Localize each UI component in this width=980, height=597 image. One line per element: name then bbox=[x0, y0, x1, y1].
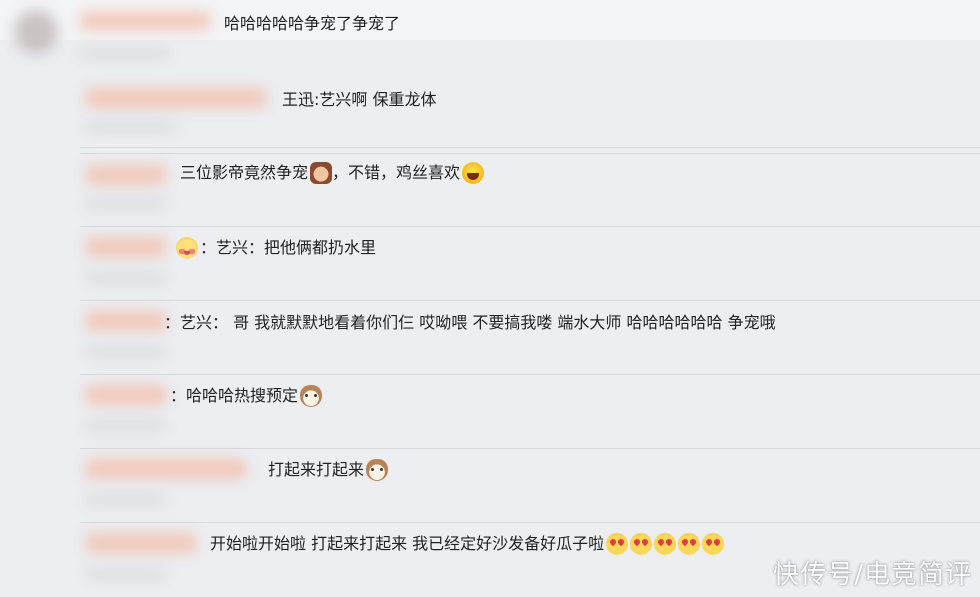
comment-meta bbox=[80, 48, 170, 58]
comment-row: 王迅:艺兴啊 保重龙体 bbox=[0, 74, 980, 154]
comment-meta bbox=[86, 199, 166, 209]
comment-text: 打起来打起来 bbox=[268, 459, 389, 481]
comment-body: ：哈哈哈热搜预定 bbox=[170, 386, 299, 405]
comment-row: ：艺兴：把他俩都扔水里 bbox=[0, 227, 980, 301]
comment-meta bbox=[86, 495, 166, 505]
comment-row: ：哈哈哈热搜预定 bbox=[0, 375, 980, 449]
heart-eyes-icon bbox=[606, 533, 629, 555]
comment-body: 哈哈哈哈哈争宠了争宠了 bbox=[224, 14, 401, 33]
comment-body: 打起来打起来 bbox=[268, 460, 365, 479]
comment-text: ：艺兴： 哥 我就默默地看着你们仨 哎呦喂 不要搞我喽 端水大师 哈哈哈哈哈哈 … bbox=[164, 312, 776, 334]
heart-eyes-icon bbox=[702, 533, 725, 555]
comment-meta bbox=[86, 421, 166, 431]
comment-body: ：艺兴：把他俩都扔水里 bbox=[200, 238, 377, 257]
comment-body-continued: ，不错，鸡丝喜欢 bbox=[332, 163, 461, 182]
username bbox=[86, 165, 166, 185]
comment-body: 开始啦开始啦 打起来打起来 我已经定好沙发备好瓜子啦 bbox=[210, 534, 605, 553]
heart-eyes-icon bbox=[678, 533, 701, 555]
comment-meta bbox=[86, 122, 176, 132]
comment-text: ：哈哈哈热搜预定 bbox=[170, 385, 323, 407]
comment-meta bbox=[86, 347, 166, 357]
cat-icon bbox=[366, 459, 389, 481]
username bbox=[86, 88, 266, 108]
heart-eyes-icon bbox=[654, 533, 677, 555]
comment-text: 三位影帝竟然争宠 ，不错，鸡丝喜欢 bbox=[180, 162, 485, 184]
comment-text: 哈哈哈哈哈争宠了争宠了 bbox=[224, 13, 400, 35]
person-icon bbox=[310, 162, 333, 184]
watermark: 快传号/电竞简评 bbox=[773, 560, 972, 590]
username bbox=[80, 12, 210, 30]
laugh-icon bbox=[462, 162, 485, 184]
avatar bbox=[14, 10, 58, 54]
comment-body: ：艺兴： 哥 我就默默地看着你们仨 哎呦喂 不要搞我喽 端水大师 哈哈哈哈哈哈 … bbox=[164, 313, 776, 332]
username bbox=[86, 237, 166, 257]
comment-text: 王迅:艺兴啊 保重龙体 bbox=[282, 89, 436, 111]
cat-icon bbox=[300, 385, 323, 407]
username bbox=[86, 385, 166, 405]
comment-text: 开始啦开始啦 打起来打起来 我已经定好沙发备好瓜子啦 bbox=[210, 533, 725, 555]
comment-body: 王迅:艺兴啊 保重龙体 bbox=[282, 90, 437, 109]
comment-meta bbox=[86, 273, 166, 283]
comment-row: 三位影帝竟然争宠 ，不错，鸡丝喜欢 bbox=[0, 153, 980, 227]
comment-text: ：艺兴：把他俩都扔水里 bbox=[166, 237, 376, 259]
divider bbox=[80, 147, 980, 148]
comment-row: 哈哈哈哈哈争宠了争宠了 bbox=[0, 0, 980, 74]
heart-eyes-icon bbox=[630, 533, 653, 555]
username bbox=[86, 533, 196, 553]
blush-icon bbox=[176, 237, 198, 259]
comment-row: ：艺兴： 哥 我就默默地看着你们仨 哎呦喂 不要搞我喽 端水大师 哈哈哈哈哈哈 … bbox=[0, 301, 980, 375]
comment-meta bbox=[86, 569, 166, 579]
comment-list: 哈哈哈哈哈争宠了争宠了 王迅:艺兴啊 保重龙体 三位影帝竟然争宠 ，不错，鸡丝喜… bbox=[0, 0, 980, 593]
comment-row: 打起来打起来 bbox=[0, 449, 980, 523]
comment-body: 三位影帝竟然争宠 bbox=[180, 163, 309, 182]
username bbox=[86, 459, 246, 479]
username bbox=[86, 311, 166, 331]
